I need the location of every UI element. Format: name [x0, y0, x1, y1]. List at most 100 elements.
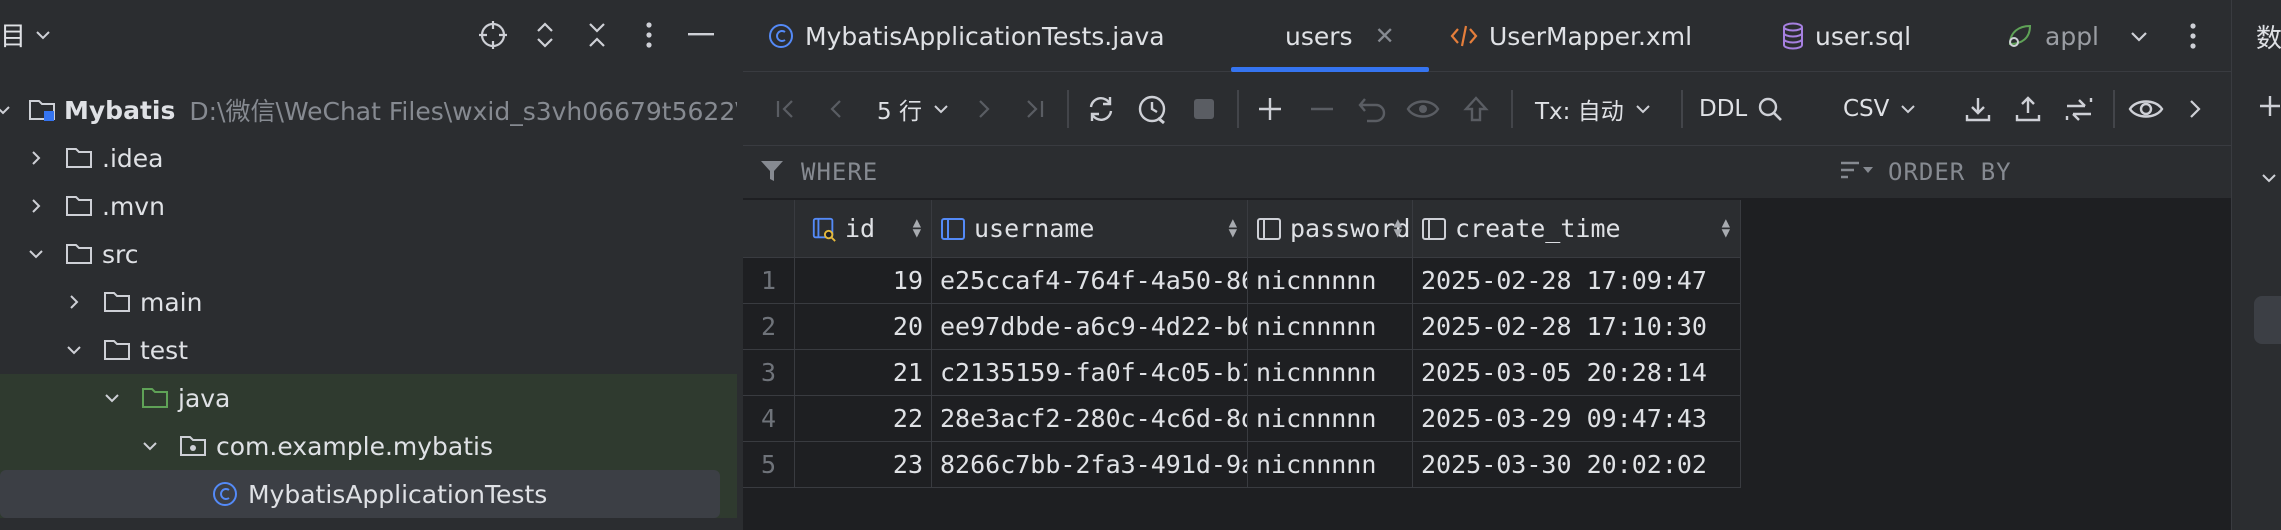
table-cell-create-time[interactable]: 2025-03-05 20:28:14 [1413, 350, 1741, 396]
column-header-password[interactable]: password ▲ ▼ [1248, 200, 1413, 258]
compare-icon[interactable] [2061, 91, 2097, 127]
expand-all-icon[interactable] [526, 16, 564, 54]
chevron-down-icon[interactable] [100, 386, 124, 410]
table-cell-create-time[interactable]: 2025-02-28 17:10:30 [1413, 304, 1741, 350]
tree-item-label: .mvn [102, 191, 165, 221]
tab-user-sql[interactable]: user.sql [1781, 0, 1911, 72]
table-cell-password[interactable]: nicnnnnn [1248, 258, 1413, 304]
tree-item-mybatis[interactable]: Mybatis D:\微信\WeChat Files\wxid_s3vh0667… [0, 86, 737, 134]
table-cell-password[interactable]: nicnnnnn [1248, 350, 1413, 396]
table-cell-id[interactable]: 22 [795, 396, 932, 442]
chevron-down-icon[interactable] [62, 338, 86, 362]
row-number[interactable]: 5 [743, 442, 795, 488]
tree-item-mybatis-application-tests[interactable]: MybatisApplicationTests [0, 470, 720, 518]
sort-toggle-icon[interactable]: ▲ ▼ [913, 216, 921, 240]
previous-page-icon[interactable] [821, 91, 851, 127]
upload-icon[interactable] [2011, 91, 2045, 127]
add-icon[interactable] [2258, 94, 2281, 124]
tree-item-package[interactable]: com.example.mybatis [0, 422, 737, 470]
table-cell-username[interactable]: e25ccaf4-764f-4a50-86ff-61… [932, 258, 1248, 304]
table-cell-password[interactable]: nicnnnnn [1248, 304, 1413, 350]
row-number[interactable]: 2 [743, 304, 795, 350]
row-number[interactable]: 3 [743, 350, 795, 396]
tab-list-dropdown[interactable] [2129, 0, 2149, 72]
tree-row-selected-bg: MybatisApplicationTests [0, 470, 737, 518]
row-number[interactable]: 1 [743, 258, 795, 304]
tree-item-main[interactable]: main [0, 278, 737, 326]
row-number[interactable]: 4 [743, 396, 795, 442]
chevron-right-icon[interactable] [62, 290, 86, 314]
first-page-icon[interactable] [771, 91, 801, 127]
chevron-down-icon[interactable] [24, 242, 48, 266]
column-header-username[interactable]: username ▲ ▼ [932, 200, 1248, 258]
chevron-down-icon[interactable] [138, 434, 162, 458]
locate-icon[interactable] [474, 16, 512, 54]
minimize-icon[interactable] [682, 16, 720, 54]
table-cell-id[interactable]: 20 [795, 304, 932, 350]
tree-item-src[interactable]: src [0, 230, 737, 278]
scroll-thumb[interactable] [2254, 296, 2281, 344]
column-header-id[interactable]: id ▲ ▼ [795, 200, 932, 258]
where-filter-input[interactable]: WHERE [801, 158, 878, 186]
chevron-down-icon[interactable] [0, 98, 12, 122]
collapse-all-icon[interactable] [578, 16, 616, 54]
table-cell-password[interactable]: nicnnnnn [1248, 442, 1413, 488]
tab-user-mapper-xml[interactable]: UserMapper.xml [1449, 0, 1692, 72]
submit-icon[interactable] [1459, 91, 1493, 127]
table-cell-id[interactable]: 23 [795, 442, 932, 488]
transaction-mode-selector[interactable]: Tx: 自动 [1535, 91, 1652, 127]
tree-item-test[interactable]: test [0, 326, 737, 374]
chevron-down-icon[interactable] [2260, 164, 2278, 193]
more-options-icon[interactable] [630, 16, 668, 54]
column-header-label: id [845, 214, 876, 243]
stop-icon[interactable] [1189, 91, 1219, 127]
table-cell-create-time[interactable]: 2025-02-28 17:09:47 [1413, 258, 1741, 304]
sort-icon [1839, 158, 1875, 190]
revert-icon[interactable] [1355, 91, 1389, 127]
tab-mybatis-application-tests[interactable]: MybatisApplicationTests.java [767, 0, 1165, 72]
chevron-right-icon[interactable] [24, 194, 48, 218]
table-cell-id[interactable]: 19 [795, 258, 932, 304]
tree-item-mvn[interactable]: .mvn [0, 182, 737, 230]
tree-item-idea[interactable]: .idea [0, 134, 737, 182]
table-cell-username[interactable]: c2135159-fa0f-4c05-b137-d2… [932, 350, 1248, 396]
last-page-icon[interactable] [1019, 91, 1049, 127]
chevron-right-icon[interactable] [24, 146, 48, 170]
export-format-selector[interactable]: CSV [1843, 91, 1917, 127]
download-icon[interactable] [1961, 91, 1995, 127]
add-row-icon[interactable] [1253, 91, 1287, 127]
sort-toggle-icon[interactable]: ▲ ▼ [1229, 216, 1237, 240]
table-cell-username[interactable]: ee97dbde-a6c9-4d22-b640-3b… [932, 304, 1248, 350]
tab-application[interactable]: appl [2005, 0, 2099, 72]
auto-refresh-icon[interactable] [1135, 91, 1171, 127]
project-view-selector[interactable]: 项目 [0, 16, 52, 53]
table-cell-id[interactable]: 21 [795, 350, 932, 396]
tab-label: UserMapper.xml [1489, 21, 1693, 51]
sort-toggle-icon[interactable]: ▲ ▼ [1722, 216, 1730, 240]
table-cell-create-time[interactable]: 2025-03-30 20:02:02 [1413, 442, 1741, 488]
next-page-icon[interactable] [969, 91, 999, 127]
module-folder-icon [28, 95, 56, 125]
tab-users[interactable]: users ✕ [1231, 0, 1429, 72]
preview-changes-icon[interactable] [1405, 91, 1441, 127]
ddl-button[interactable]: DDL [1699, 91, 1747, 127]
spring-icon [2008, 24, 2032, 47]
order-by-input[interactable]: ORDER BY [1888, 158, 2012, 186]
chevron-right-icon[interactable] [2183, 91, 2207, 127]
tab-more-options[interactable] [2189, 0, 2197, 72]
search-icon[interactable] [1753, 91, 1787, 127]
filter-icon [759, 158, 785, 190]
java-class-icon [769, 24, 793, 48]
column-header-create-time[interactable]: create_time ▲ ▼ [1413, 200, 1741, 258]
delete-row-icon[interactable] [1305, 91, 1339, 127]
view-icon[interactable] [2127, 91, 2165, 127]
table-cell-username[interactable]: 8266c7bb-2fa3-491d-9ac3-d5… [932, 442, 1248, 488]
sort-toggle-icon[interactable]: ▲ ▼ [1394, 216, 1402, 240]
page-size-selector[interactable]: 5 行 [877, 91, 950, 127]
refresh-icon[interactable] [1083, 91, 1119, 127]
table-cell-password[interactable]: nicnnnnn [1248, 396, 1413, 442]
close-icon[interactable]: ✕ [1375, 22, 1395, 50]
table-cell-username[interactable]: 28e3acf2-280c-4c6d-8d8c-b8… [932, 396, 1248, 442]
table-cell-create-time[interactable]: 2025-03-29 09:47:43 [1413, 396, 1741, 442]
tree-item-java[interactable]: java [0, 374, 737, 422]
